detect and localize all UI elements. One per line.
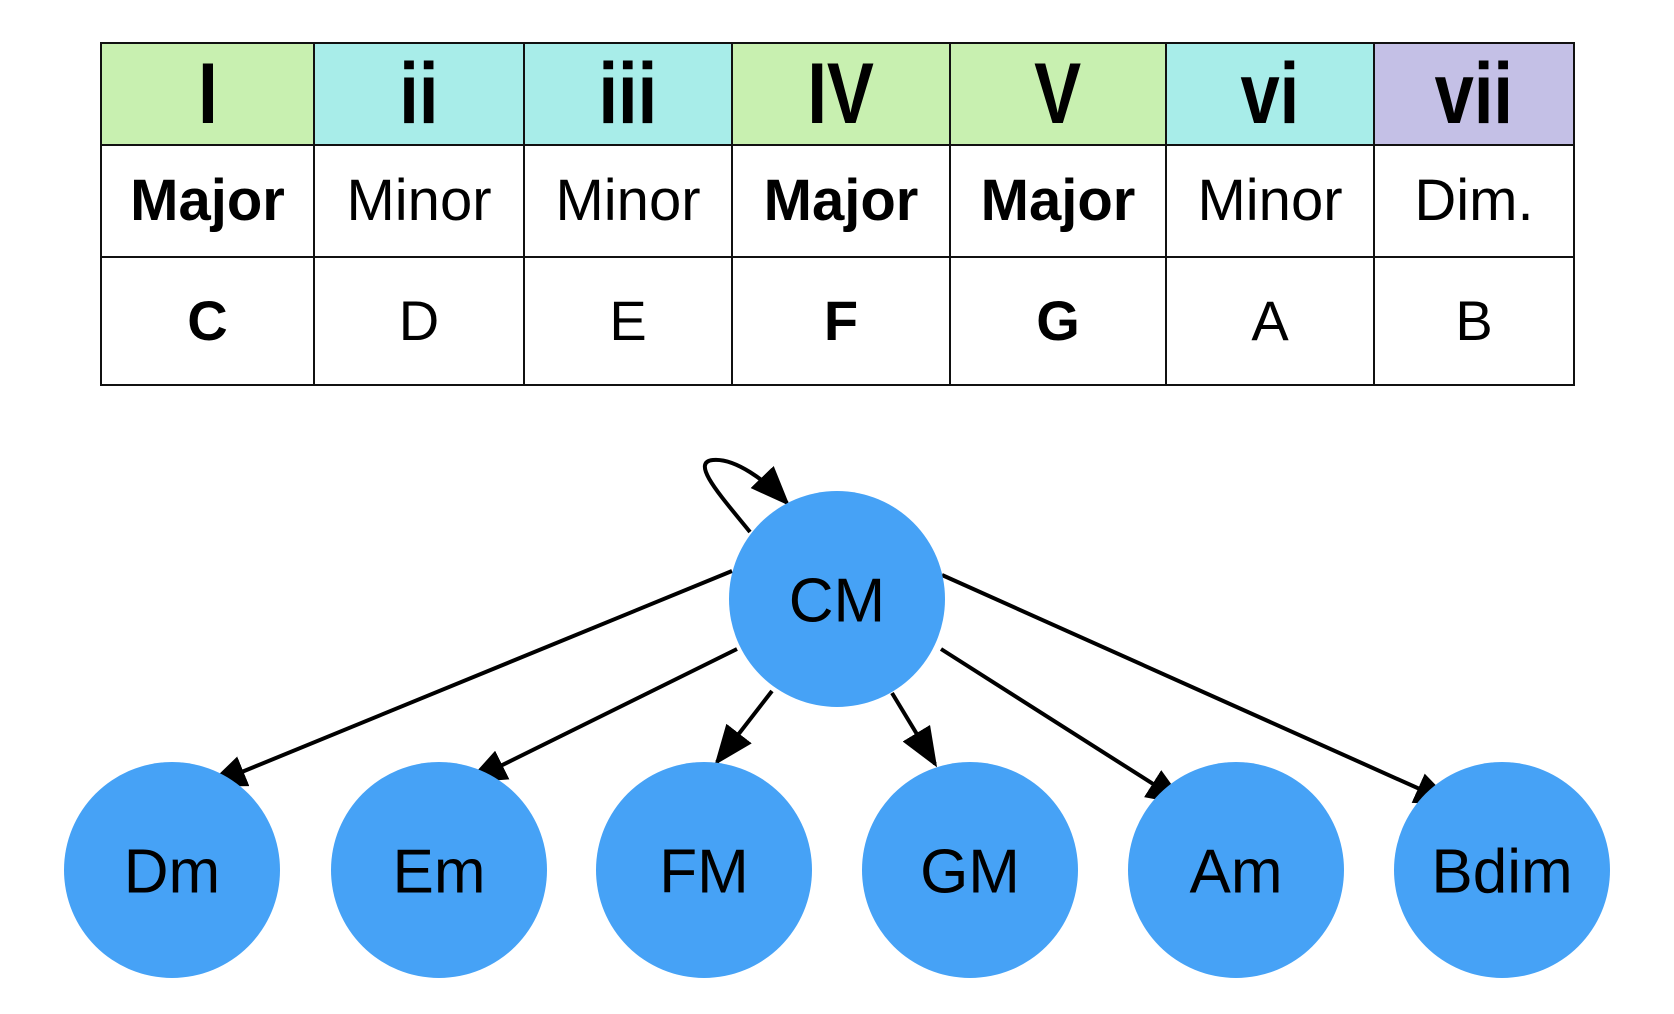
edge-CM-to-Em bbox=[466, 647, 738, 783]
chord-transition-graph: CM Dm Em FM GM Am Bdim bbox=[64, 457, 1610, 978]
node-label: Bdim bbox=[1431, 838, 1572, 907]
edge-CM-to-Dm bbox=[206, 569, 733, 787]
node-CM: CM bbox=[729, 491, 945, 707]
node-label: Am bbox=[1190, 838, 1283, 907]
node-Dm: Dm bbox=[64, 762, 280, 978]
node-label: Dm bbox=[124, 838, 220, 907]
node-label: FM bbox=[659, 838, 749, 907]
edge-CM-to-GM bbox=[890, 691, 938, 768]
node-label: CM bbox=[789, 567, 885, 636]
edge-CM-to-Bdim bbox=[941, 573, 1455, 805]
node-Bdim: Bdim bbox=[1394, 762, 1610, 978]
node-Am: Am bbox=[1128, 762, 1344, 978]
node-label: Em bbox=[393, 838, 486, 907]
node-label: GM bbox=[920, 838, 1020, 907]
edge-CM-to-FM bbox=[714, 689, 774, 766]
node-GM: GM bbox=[862, 762, 1078, 978]
nodes-layer: CM Dm Em FM GM Am Bdim bbox=[64, 491, 1610, 978]
node-Em: Em bbox=[331, 762, 547, 978]
node-FM: FM bbox=[596, 762, 812, 978]
